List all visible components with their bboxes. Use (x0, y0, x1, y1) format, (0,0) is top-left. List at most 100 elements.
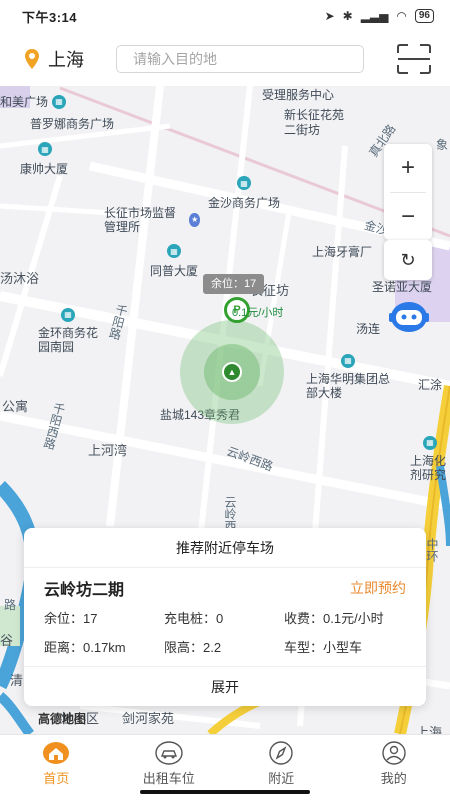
tab-label: 出租车位 (142, 771, 195, 786)
location-pin-icon (25, 49, 39, 69)
lot-distance: 距离：0.17km (44, 640, 126, 655)
poi-hemei-plaza[interactable]: 和美广场 ▦ (0, 93, 67, 110)
tab-label: 附近 (268, 771, 295, 786)
zoom-out-button[interactable]: − (384, 193, 432, 241)
building-icon: ▦ (341, 354, 355, 368)
status-icons: ➤ ✱ ▂▃▅ ◠ 96 (325, 9, 434, 23)
parking-recommendation-card: 推荐附近停车场 云岭坊二期 立即预约 余位：17 充电桩：0 收费：0.1元/小… (24, 528, 426, 706)
card-title: 推荐附近停车场 (24, 528, 426, 568)
expand-button[interactable]: 展开 (24, 666, 426, 706)
header: 上海 请输入目的地 (0, 32, 450, 86)
assistant-robot-button[interactable] (387, 297, 431, 337)
poi-label: 汤连 (356, 322, 381, 336)
building-icon: ▦ (61, 308, 75, 322)
bluetooth-icon: ✱ (342, 9, 353, 23)
poi-label: 上海牙膏厂 (312, 245, 373, 259)
home-icon (43, 742, 70, 764)
area-label: 汤沐浴 (0, 271, 40, 286)
road-label-yunling-west-2: 云岭西 (223, 496, 237, 532)
battery-indicator: 96 (414, 9, 434, 23)
signal-icon: ▂▃▅ (360, 9, 389, 23)
poi-label: 和美广场 (0, 95, 49, 109)
amap-logo: 高德地图 (38, 712, 87, 726)
building-icon: ▦ (167, 244, 181, 258)
building-icon: ▦ (237, 176, 251, 190)
road-label-lu: 路 (4, 598, 17, 612)
area-label: 清 (10, 673, 24, 688)
zoom-controls: + − (384, 144, 432, 240)
lot-height-limit: 限高：2.2 (164, 640, 222, 655)
road-label-xiang: 象 (436, 138, 449, 152)
poi-label: 新长征花苑二街坊 (284, 108, 345, 137)
poi-label: 金环商务花园南园 (38, 326, 99, 354)
poi-shengnuoya-building[interactable]: 圣诺亚大厦 (372, 278, 432, 295)
location-arrow-icon: ➤ (324, 9, 335, 23)
poi-jinhuan-garden[interactable]: ▦ 金环商务花园南园 (38, 308, 98, 354)
poi-puluona-plaza[interactable]: 普罗娜商务广场 (30, 115, 114, 132)
parking-price-label: 0.1元/小时 (232, 307, 284, 319)
tab-mine[interactable]: 我的 (338, 735, 450, 800)
lot-name: 云岭坊二期 (44, 582, 125, 599)
navigation-arrow-icon: ▲ (222, 362, 242, 382)
poi-huaming-group[interactable]: ▦ 上海华明集团总部大楼 (306, 354, 390, 400)
scan-button[interactable] (396, 43, 432, 75)
status-time: 下午3:14 (22, 9, 78, 25)
poi-label: 上海化剂研究 (410, 454, 447, 482)
tab-label: 首页 (43, 771, 70, 786)
lot-vehicle-type: 车型：小型车 (284, 640, 363, 655)
wifi-icon: ◠ (396, 9, 407, 23)
area-label: 上海 (416, 725, 443, 734)
city-selector[interactable]: 上海 (24, 46, 116, 72)
poi-label: 普罗娜商务广场 (30, 117, 115, 131)
poi-huitu[interactable]: 汇涂 (418, 376, 442, 393)
building-icon: ▦ (38, 142, 52, 156)
refresh-button[interactable]: ↻ (384, 240, 432, 280)
area-label: 上河湾 (88, 443, 128, 458)
tab-label: 我的 (380, 771, 407, 786)
building-icon: ▦ (52, 94, 67, 109)
current-location-indicator: ▲ (180, 320, 284, 424)
poi-label: 同普大厦 (150, 264, 199, 278)
city-name: 上海 (48, 50, 84, 70)
area-label: 谷 (0, 633, 14, 648)
status-bar: 下午3:14 ➤ ✱ ▂▃▅ ◠ 96 (0, 0, 450, 32)
poi-jinsha-plaza[interactable]: ▦ 金沙商务广场 (208, 176, 280, 211)
road-label-zhonghuan: 中环 (425, 538, 439, 562)
scan-icon (397, 44, 431, 74)
home-indicator (140, 790, 310, 794)
poi-service-center[interactable]: 受理服务中心 (262, 86, 334, 103)
poi-kangshuai-building[interactable]: ▦ 康帅大厦 (20, 142, 68, 177)
poi-tanglian[interactable]: 汤连 (356, 320, 380, 337)
zoom-in-button[interactable]: + (384, 144, 432, 192)
police-icon: ★ (189, 213, 200, 227)
poi-tongpu-building[interactable]: ▦ 同普大厦 (150, 244, 198, 279)
area-label: 剑河家苑 (122, 711, 175, 726)
spot-availability-tag: 余位：17 (203, 274, 265, 294)
lot-chargers: 充电桩：0 (164, 611, 224, 626)
poi-label: 圣诺亚大厦 (372, 280, 433, 294)
lot-fee: 收费：0.1元/小时 (284, 611, 384, 626)
poi-label: 受理服务中心 (262, 88, 335, 102)
poi-shanghai-chemical[interactable]: ▦ 上海化剂研究 (410, 436, 450, 482)
poi-label: 汇涂 (418, 378, 443, 392)
poi-changzheng-market-office[interactable]: 长征市场监督管理所 ★ (104, 206, 200, 234)
compass-icon (269, 741, 293, 765)
lot-info-grid: 余位：17 充电桩：0 收费：0.1元/小时 距离：0.17km 限高：2.2 … (24, 608, 426, 656)
poi-toothpaste-factory[interactable]: 上海牙膏厂 (312, 243, 372, 260)
poi-label: 上海华明集团总部大楼 (306, 372, 391, 400)
lot-header: 云岭坊二期 立即预约 (24, 568, 426, 608)
area-label: 公寓 (2, 399, 29, 414)
poi-label: 康帅大厦 (20, 162, 69, 176)
poi-xin-changzheng[interactable]: 新长征花苑二街坊 (284, 108, 354, 138)
poi-label: 金沙商务广场 (208, 196, 281, 210)
user-icon (382, 741, 406, 765)
poi-label: 长征市场监督管理所 (104, 206, 177, 234)
reserve-button[interactable]: 立即预约 (350, 578, 406, 598)
robot-icon (389, 302, 429, 332)
search-placeholder: 请输入目的地 (133, 51, 217, 67)
lot-spaces: 余位：17 (44, 611, 98, 626)
car-icon (155, 741, 183, 765)
tab-home[interactable]: 首页 (0, 735, 113, 800)
destination-search-input[interactable]: 请输入目的地 (116, 45, 364, 73)
building-icon: ▦ (423, 436, 437, 450)
